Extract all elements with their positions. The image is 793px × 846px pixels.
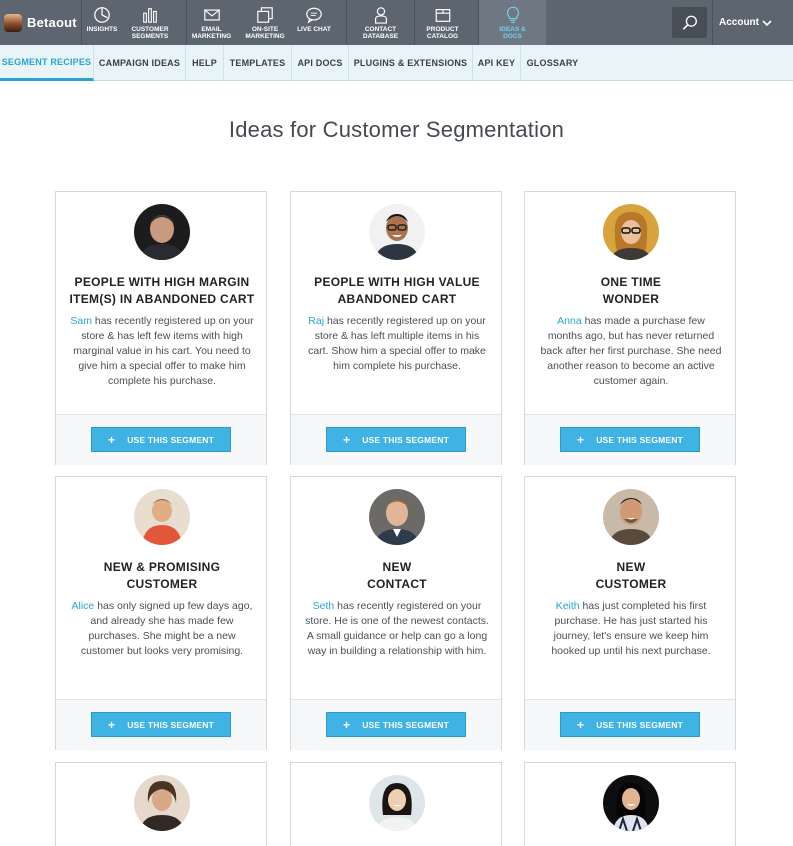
card-description: Keith has just completed his first purch… (551, 600, 711, 657)
nav-item-on-site-marketing[interactable]: ON-SITE MARKETING (240, 0, 290, 45)
card-description: Seth has recently registered on your sto… (305, 600, 489, 657)
nav-item-insights[interactable]: INSIGHTS (84, 0, 120, 45)
nav-item-label: EMAIL MARKETING (191, 26, 232, 40)
avatar (603, 775, 659, 831)
chat-bubble-icon (306, 7, 322, 24)
brand-name: Betaout (27, 15, 77, 30)
chevron-down-icon (762, 19, 772, 26)
nav-item-product-catalog[interactable]: PRODUCT CATALOG (414, 0, 470, 45)
nav-item-customer-segments[interactable]: CUSTOMER SEGMENTS (126, 0, 174, 45)
avatar (134, 204, 190, 260)
avatar (603, 204, 659, 260)
segment-card: NEW & PROMISING CUSTOMER Alice has only s… (55, 476, 267, 750)
sub-navigation-bar: SEGMENT RECIPES CAMPAIGN IDEAS HELP TEMP… (0, 45, 793, 81)
tab-api-docs[interactable]: API DOCS (292, 45, 349, 81)
insights-icon (94, 7, 110, 23)
nav-item-label: PRODUCT CATALOG (426, 26, 459, 40)
card-description: Anna has made a purchase few months ago,… (540, 315, 722, 387)
tab-help[interactable]: HELP (186, 45, 224, 81)
plus-icon: + (576, 717, 585, 732)
top-navigation-bar: Betaout INSIGHTS CUSTOMER SEGMENTS EMAIL… (0, 0, 793, 45)
bar-chart-icon (143, 8, 157, 23)
nav-item-email-marketing[interactable]: EMAIL MARKETING (186, 0, 236, 45)
account-label: Account (719, 17, 759, 28)
card-title: NEW CUSTOMER (595, 560, 667, 591)
card-title: ONE TIME WONDER (600, 275, 662, 306)
use-segment-button[interactable]: + USE THIS SEGMENT (91, 712, 231, 737)
use-segment-button[interactable]: + USE THIS SEGMENT (560, 712, 700, 737)
card-title: NEW & PROMISING CUSTOMER (103, 560, 221, 591)
card-footer: + USE THIS SEGMENT (525, 699, 735, 750)
card-description: Raj has recently registered up on your s… (308, 315, 486, 372)
card-title: PEOPLE WITH HIGH VALUE ABANDONED CART (314, 275, 480, 306)
customer-name: Raj (308, 315, 325, 327)
tab-glossary[interactable]: GLOSSARY (521, 45, 584, 81)
tab-plugins-extensions[interactable]: PLUGINS & EXTENSIONS (349, 45, 473, 81)
nav-item-label: ON-SITE MARKETING (245, 26, 285, 40)
card-title: NEW CONTACT (367, 560, 427, 591)
lightbulb-icon (506, 6, 519, 24)
avatar (369, 489, 425, 545)
nav-item-label: INSIGHTS (86, 26, 118, 33)
envelope-icon (203, 9, 220, 21)
card-footer: + USE THIS SEGMENT (291, 414, 501, 465)
nav-item-contact-database[interactable]: CONTACT DATABASE (346, 0, 414, 45)
card-description: Alice has only signed up few days ago, a… (71, 600, 253, 657)
plus-icon: + (107, 432, 116, 447)
avatar (369, 775, 425, 831)
nav-item-label: LIVE CHAT (297, 26, 331, 33)
page-title: Ideas for Customer Segmentation (228, 117, 565, 142)
use-segment-button[interactable]: + USE THIS SEGMENT (91, 427, 231, 452)
tab-segment-recipes[interactable]: SEGMENT RECIPES (0, 45, 94, 81)
account-menu[interactable]: Account (712, 0, 793, 45)
nav-item-label: CUSTOMER SEGMENTS (131, 26, 169, 40)
customer-name: Sam (70, 315, 92, 327)
tab-api-key[interactable]: API KEY (473, 45, 521, 81)
avatar (603, 489, 659, 545)
segment-card: PEOPLE WITH HIGH MARGIN ITEM(S) IN ABANDO… (55, 191, 267, 465)
search-icon (682, 15, 697, 30)
box-icon (435, 9, 450, 22)
card-footer: + USE THIS SEGMENT (291, 699, 501, 750)
logo-mark-icon (4, 13, 22, 32)
customer-name: Seth (312, 600, 335, 612)
card-footer: + USE THIS SEGMENT (525, 414, 735, 465)
avatar (134, 775, 190, 831)
use-segment-button[interactable]: + USE THIS SEGMENT (326, 712, 466, 737)
search-button[interactable] (672, 7, 707, 38)
segment-card (55, 762, 267, 846)
segment-card: NEW CUSTOMER Keith has just completed his… (524, 476, 736, 750)
brand-logo[interactable]: Betaout (0, 0, 82, 45)
segment-card (290, 762, 502, 846)
customer-name: Alice (71, 600, 95, 612)
avatar (369, 204, 425, 260)
customer-name: Anna (557, 315, 582, 327)
nav-item-label: CONTACT DATABASE (362, 26, 399, 40)
plus-icon: + (342, 432, 351, 447)
person-icon (374, 7, 387, 24)
nav-item-live-chat[interactable]: LIVE CHAT (294, 0, 334, 45)
plus-icon: + (107, 717, 116, 732)
plus-icon: + (342, 717, 351, 732)
nav-item-label: IDEAS & DOCS (499, 26, 526, 40)
avatar (134, 489, 190, 545)
tab-templates[interactable]: TEMPLATES (224, 45, 292, 81)
segment-card: PEOPLE WITH HIGH VALUE ABANDONED CART Raj… (290, 191, 502, 465)
card-title: PEOPLE WITH HIGH MARGIN ITEM(S) IN ABANDO… (69, 275, 255, 306)
card-footer: + USE THIS SEGMENT (56, 414, 266, 465)
windows-icon (257, 7, 273, 23)
card-description: Sam has recently registered up on your s… (70, 315, 254, 387)
use-segment-button[interactable]: + USE THIS SEGMENT (326, 427, 466, 452)
segment-card (524, 762, 736, 846)
segment-card: ONE TIME WONDER Anna has made a purchase … (524, 191, 736, 465)
nav-item-ideas-docs[interactable]: IDEAS & DOCS (478, 0, 546, 45)
plus-icon: + (576, 432, 585, 447)
customer-name: Keith (555, 600, 580, 612)
segment-card: NEW CONTACT Seth has recently registered … (290, 476, 502, 750)
tab-campaign-ideas[interactable]: CAMPAIGN IDEAS (94, 45, 186, 81)
use-segment-button[interactable]: + USE THIS SEGMENT (560, 427, 700, 452)
card-footer: + USE THIS SEGMENT (56, 699, 266, 750)
